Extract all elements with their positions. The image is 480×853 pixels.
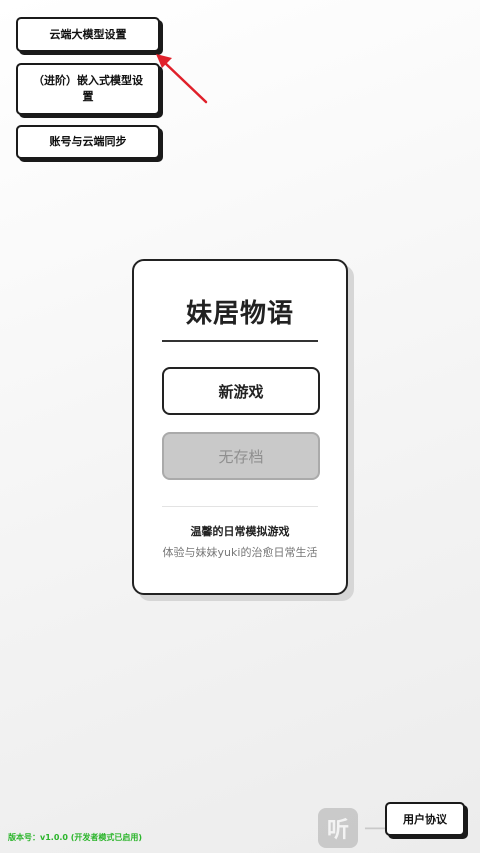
user-agreement-label: 用户协议 [403,813,447,826]
red-arrow-icon [156,54,208,104]
version-label: 版本号：v1.0.0 (开发者模式已启用) [8,833,143,842]
cloud-model-settings-button[interactable]: 云端大模型设置 [16,17,160,52]
embedded-model-settings-label: （进阶）嵌入式模型设置 [33,74,143,103]
game-title: 妹居物语 [185,299,294,329]
section-divider [162,506,318,507]
new-game-label: 新游戏 [218,382,264,401]
cloud-model-settings-label: 云端大模型设置 [49,27,127,41]
main-menu-card: 妹居物语 新游戏 无存档 温馨的日常模拟游戏 体验与妹妹yuki的治愈日常生活 [132,259,348,595]
game-subtitle: 温馨的日常模拟游戏 [190,525,290,538]
embedded-model-settings-button[interactable]: （进阶）嵌入式模型设置 [16,63,160,115]
user-agreement-button[interactable]: 用户协议 [385,802,465,836]
account-cloud-sync-label: 账号与云端同步 [49,135,127,148]
watermark-logo-icon: 听 [318,808,358,848]
account-cloud-sync-button[interactable]: 账号与云端同步 [16,125,160,159]
game-description: 体验与妹妹yuki的治愈日常生活 [162,546,318,559]
new-game-button[interactable]: 新游戏 [162,367,320,415]
no-save-button: 无存档 [162,432,320,480]
no-save-label: 无存档 [218,447,264,466]
title-divider [162,340,318,342]
